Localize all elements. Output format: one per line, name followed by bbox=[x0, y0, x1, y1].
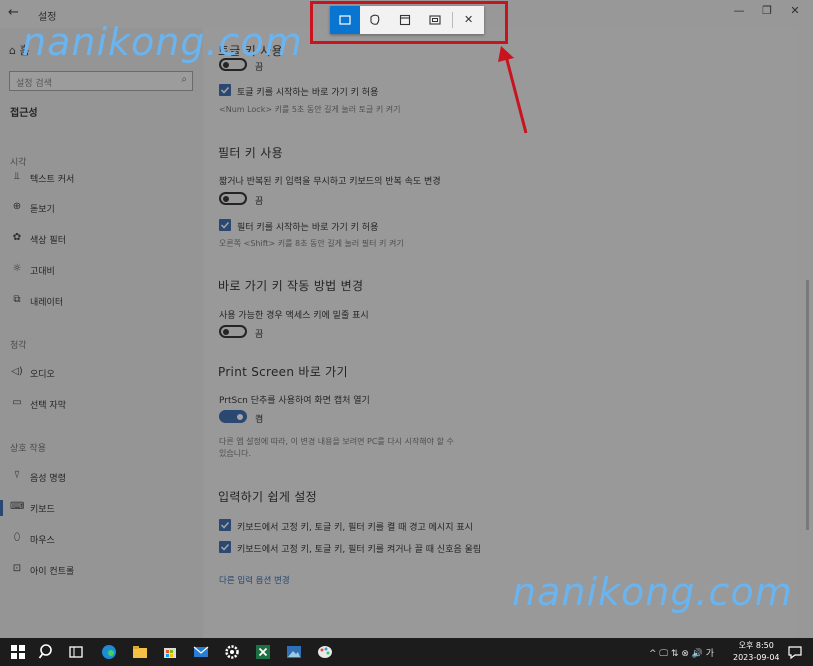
watermark-top: nanikong.com bbox=[22, 20, 303, 64]
edge-browser-icon[interactable] bbox=[99, 642, 119, 662]
watermark-bottom: nanikong.com bbox=[512, 570, 793, 614]
search-icon[interactable] bbox=[37, 642, 57, 662]
notification-icon[interactable] bbox=[785, 642, 805, 662]
pointer-arrow bbox=[498, 46, 528, 134]
screen: ← 설정 — ❐ ✕ ⌂ 홈 설정 검색 ⌕ 접근성 시각 ⫫ 텍스트 커서 ⊕… bbox=[0, 0, 813, 666]
excel-icon[interactable] bbox=[253, 642, 273, 662]
settings-gear-icon[interactable] bbox=[222, 642, 242, 662]
taskbar: ^ 🖵 ⇅ ⊗ 🔊 가 오후 8:50 2023-09-04 bbox=[0, 638, 813, 666]
store-icon[interactable] bbox=[160, 642, 180, 662]
task-view-icon[interactable] bbox=[66, 642, 86, 662]
mail-icon[interactable] bbox=[191, 642, 211, 662]
settings-window: ← 설정 — ❐ ✕ ⌂ 홈 설정 검색 ⌕ 접근성 시각 ⫫ 텍스트 커서 ⊕… bbox=[0, 0, 813, 638]
system-tray-icons[interactable]: ^ 🖵 ⇅ ⊗ 🔊 가 bbox=[649, 646, 714, 659]
paint-icon[interactable] bbox=[315, 642, 335, 662]
clock[interactable]: 오후 8:50 2023-09-04 bbox=[733, 640, 780, 664]
file-explorer-icon[interactable] bbox=[130, 642, 150, 662]
windows-start-icon[interactable] bbox=[8, 642, 28, 662]
clock-date: 2023-09-04 bbox=[733, 653, 780, 662]
clock-time: 오후 8:50 bbox=[738, 641, 774, 650]
photos-icon[interactable] bbox=[284, 642, 304, 662]
